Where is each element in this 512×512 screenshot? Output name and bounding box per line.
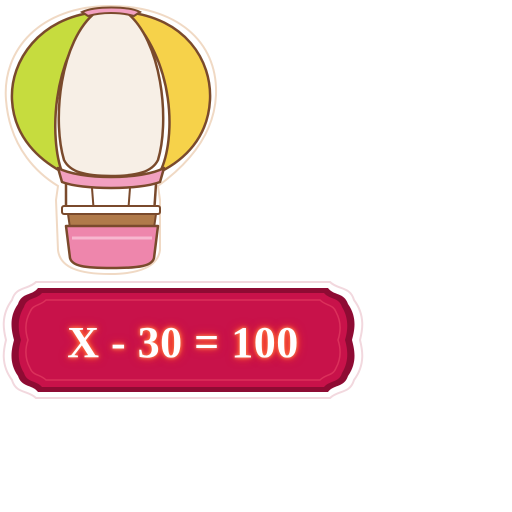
ribbon-banner: X - 30 = 100	[0, 276, 366, 404]
hot-air-balloon-icon	[0, 0, 230, 280]
equation-text: X - 30 = 100	[67, 317, 299, 367]
